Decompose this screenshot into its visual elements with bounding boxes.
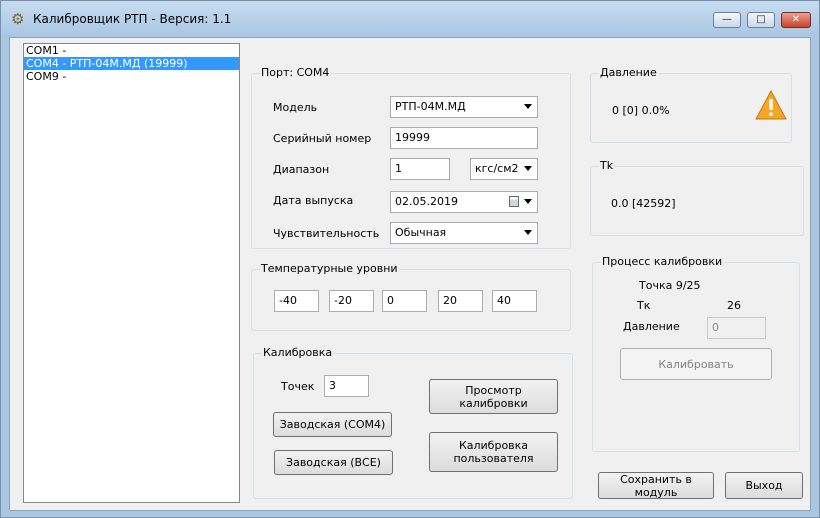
temp-level-input[interactable]: 20 bbox=[438, 290, 483, 312]
port-group-title: Порт: COM4 bbox=[260, 66, 331, 79]
port-item-com4[interactable]: COM4 - РТП-04М.МД (19999) bbox=[24, 57, 239, 70]
model-label: Модель bbox=[273, 101, 318, 114]
temperature-group: Температурные уровни -40 -20 0 20 40 bbox=[251, 262, 571, 331]
close-button[interactable]: ✕ bbox=[781, 12, 811, 28]
serial-input[interactable]: 19999 bbox=[390, 127, 538, 149]
point-progress-text: Точка 9/25 bbox=[639, 279, 701, 292]
temp-level-input[interactable]: 40 bbox=[492, 290, 537, 312]
port-list[interactable]: COM1 - COM4 - РТП-04М.МД (19999) COM9 - bbox=[23, 43, 240, 503]
calendar-icon[interactable] bbox=[509, 196, 519, 207]
unit-select-value: кгс/см2 bbox=[475, 162, 519, 175]
range-input[interactable]: 1 bbox=[390, 158, 450, 180]
temperature-group-title: Температурные уровни bbox=[260, 262, 399, 275]
chevron-down-icon bbox=[524, 166, 532, 171]
temp-level-input[interactable]: -40 bbox=[274, 290, 319, 312]
tk-group: Tk 0.0 [42592] bbox=[590, 159, 804, 236]
window-title: Калибровщик РТП - Версия: 1.1 bbox=[33, 12, 232, 26]
calibration-group: Калибровка Точек 3 Заводская (COM4) Заво… bbox=[253, 346, 573, 499]
range-label: Диапазон bbox=[273, 163, 330, 176]
sensitivity-select-value: Обычная bbox=[395, 226, 447, 239]
view-calibration-button[interactable]: Просмотр калибровки bbox=[429, 379, 558, 414]
process-pressure-input[interactable]: 0 bbox=[707, 317, 766, 339]
maximize-button[interactable]: □ bbox=[747, 12, 775, 28]
sensitivity-label: Чувствительность bbox=[273, 227, 380, 240]
port-item-com9[interactable]: COM9 - bbox=[24, 70, 239, 83]
client-area: COM1 - COM4 - РТП-04М.МД (19999) COM9 - … bbox=[9, 37, 811, 511]
chevron-down-icon bbox=[524, 104, 532, 109]
temp-level-input[interactable]: 0 bbox=[382, 290, 427, 312]
user-calibration-button[interactable]: Калибровка пользователя bbox=[429, 432, 558, 472]
pressure-group-title: Давление bbox=[599, 66, 658, 79]
model-select[interactable]: РТП-04М.МД bbox=[390, 96, 538, 118]
pressure-readout: 0 [0] 0.0% bbox=[612, 104, 670, 117]
date-picker-value: 02.05.2019 bbox=[395, 195, 458, 208]
tk-group-title: Tk bbox=[599, 159, 615, 172]
process-pressure-label: Давление bbox=[623, 320, 680, 333]
calibrate-button[interactable]: Калибровать bbox=[620, 348, 772, 380]
title-bar[interactable]: ⚙ Калибровщик РТП - Версия: 1.1 — □ ✕ bbox=[1, 1, 819, 37]
port-group: Порт: COM4 Модель РТП-04М.МД Серийный но… bbox=[251, 66, 571, 249]
warning-icon bbox=[755, 90, 787, 120]
pressure-group: Давление 0 [0] 0.0% bbox=[590, 66, 792, 143]
sensitivity-select[interactable]: Обычная bbox=[390, 222, 538, 244]
date-label: Дата выпуска bbox=[273, 194, 354, 207]
factory-com4-button[interactable]: Заводская (COM4) bbox=[273, 412, 392, 437]
tk-readout: 0.0 [42592] bbox=[611, 197, 676, 210]
exit-button[interactable]: Выход bbox=[725, 472, 803, 499]
calibration-group-title: Калибровка bbox=[262, 346, 334, 359]
process-group: Процесс калибровки Точка 9/25 Тк 26 Давл… bbox=[592, 255, 800, 452]
app-window: ⚙ Калибровщик РТП - Версия: 1.1 — □ ✕ CO… bbox=[0, 0, 820, 518]
model-select-value: РТП-04М.МД bbox=[395, 100, 466, 113]
date-picker[interactable]: 02.05.2019 bbox=[390, 191, 538, 213]
points-input[interactable]: 3 bbox=[324, 375, 369, 397]
points-label: Точек bbox=[281, 380, 315, 393]
process-group-title: Процесс калибровки bbox=[601, 255, 724, 268]
chevron-down-icon bbox=[524, 230, 532, 235]
process-tk-label: Тк bbox=[637, 299, 651, 312]
process-tk-value: 26 bbox=[727, 299, 741, 312]
port-item-com1[interactable]: COM1 - bbox=[24, 44, 239, 57]
minimize-button[interactable]: — bbox=[713, 12, 741, 28]
chevron-down-icon bbox=[524, 199, 532, 204]
unit-select[interactable]: кгс/см2 bbox=[470, 158, 538, 180]
gear-icon: ⚙ bbox=[11, 10, 25, 28]
serial-label: Серийный номер bbox=[273, 132, 372, 145]
temp-level-input[interactable]: -20 bbox=[329, 290, 374, 312]
save-to-module-button[interactable]: Сохранить в модуль bbox=[598, 472, 714, 499]
factory-all-button[interactable]: Заводская (ВСЕ) bbox=[274, 450, 393, 475]
